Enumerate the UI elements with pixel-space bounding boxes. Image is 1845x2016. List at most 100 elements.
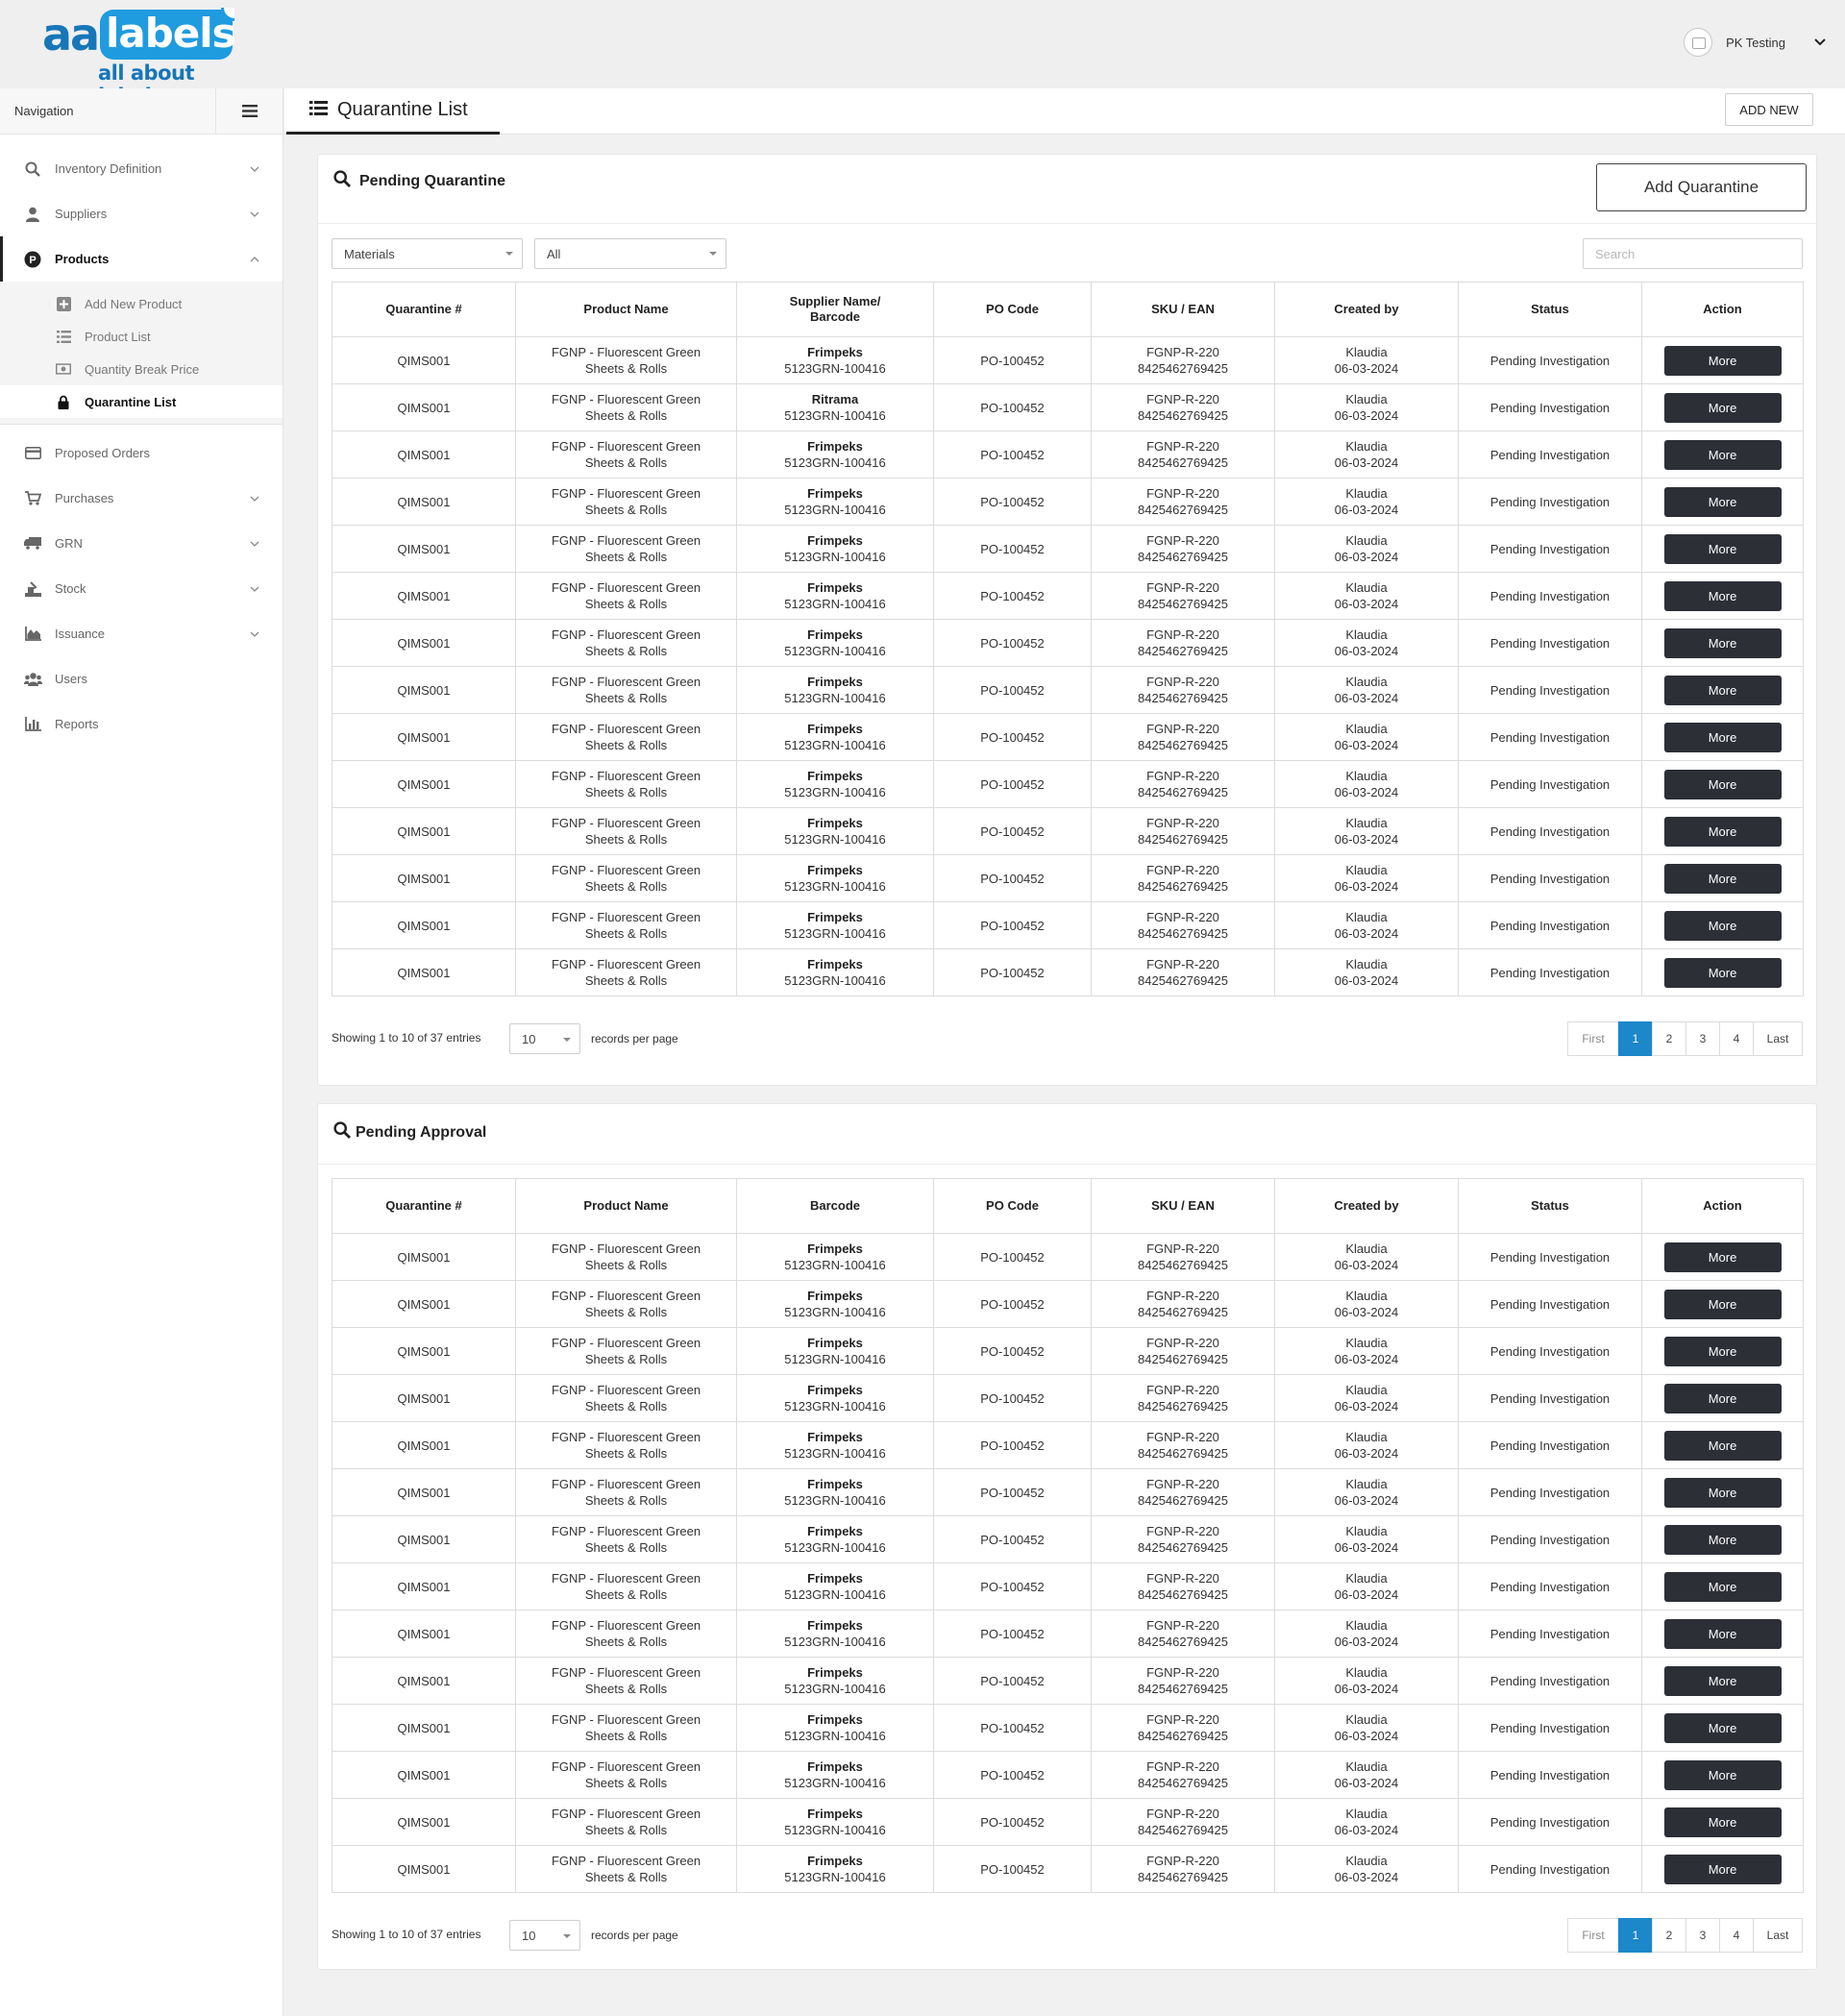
column-header[interactable]: PO Code — [933, 282, 1092, 337]
sidebar-item-grn[interactable]: GRN — [0, 521, 283, 566]
records-per-page-select[interactable]: 10 — [509, 1023, 580, 1054]
page-1-button[interactable]: 1 — [1618, 1021, 1653, 1056]
more-button[interactable]: More — [1663, 1665, 1782, 1696]
hamburger-menu-icon[interactable] — [215, 87, 283, 135]
sidebar-item-stock[interactable]: Stock — [0, 566, 283, 611]
quarantine-id-cell: QIMS001 — [332, 1421, 516, 1469]
records-per-page-select[interactable]: 10 — [509, 1920, 580, 1951]
more-button[interactable]: More — [1663, 486, 1782, 517]
column-header[interactable]: Status — [1458, 282, 1642, 337]
column-header[interactable]: SKU / EAN — [1091, 1178, 1275, 1234]
more-button[interactable]: More — [1663, 1854, 1782, 1884]
page-last-button[interactable]: Last — [1753, 1918, 1803, 1953]
more-button[interactable]: More — [1663, 722, 1782, 752]
material-type-select[interactable]: Materials — [332, 238, 523, 269]
more-button[interactable]: More — [1663, 345, 1782, 376]
search-input[interactable] — [1583, 238, 1803, 269]
sku: FGNP-R-220 — [1146, 1383, 1219, 1397]
supplier-barcode-cell: Frimpeks 5123GRN-100416 — [736, 1280, 934, 1328]
sku: FGNP-R-220 — [1146, 1430, 1219, 1444]
column-header[interactable]: Quarantine # — [332, 1178, 516, 1234]
more-button[interactable]: More — [1663, 1712, 1782, 1743]
user-menu[interactable]: PK Testing — [1684, 27, 1826, 58]
column-header[interactable]: Created by — [1274, 1178, 1459, 1234]
sidebar-item-products[interactable]: P Products — [0, 236, 283, 282]
sidebar-item-proposed-orders[interactable]: Proposed Orders — [0, 430, 283, 476]
bar-chart-icon — [23, 715, 42, 734]
created-date: 06-03-2024 — [1334, 1305, 1399, 1319]
page-4-button[interactable]: 4 — [1719, 1918, 1754, 1953]
column-header[interactable]: Supplier Name/ Barcode — [736, 282, 934, 337]
sku: FGNP-R-220 — [1146, 1477, 1219, 1491]
scope-select[interactable]: All — [534, 238, 726, 269]
more-button[interactable]: More — [1663, 1289, 1782, 1319]
column-header[interactable]: Product Name — [515, 282, 737, 337]
more-button[interactable]: More — [1663, 769, 1782, 799]
column-header[interactable]: Barcode — [736, 1178, 934, 1234]
more-button[interactable]: More — [1663, 1477, 1782, 1508]
page-last-button[interactable]: Last — [1753, 1021, 1803, 1056]
sidebar-item-suppliers[interactable]: Suppliers — [0, 191, 283, 236]
chevron-down-icon[interactable] — [1814, 36, 1826, 49]
created-by-cell: Klaudia 06-03-2024 — [1274, 383, 1459, 431]
product-name-line1: FGNP - Fluorescent Green — [551, 580, 701, 595]
more-button[interactable]: More — [1663, 816, 1782, 847]
more-button[interactable]: More — [1663, 1336, 1782, 1366]
more-button[interactable]: More — [1663, 533, 1782, 564]
user-name[interactable]: PK Testing — [1726, 36, 1785, 50]
more-button[interactable]: More — [1663, 1618, 1782, 1649]
page-3-button[interactable]: 3 — [1685, 1021, 1720, 1056]
page-3-button[interactable]: 3 — [1685, 1918, 1720, 1953]
sidebar-item-users[interactable]: Users — [0, 656, 283, 701]
product-name-cell: FGNP - Fluorescent Green Sheets & Rolls — [515, 854, 737, 902]
avatar[interactable] — [1684, 28, 1713, 57]
pending-quarantine-panel: Pending Quarantine Add Quarantine Materi… — [317, 154, 1817, 1086]
product-name-cell: FGNP - Fluorescent Green Sheets & Rolls — [515, 1280, 737, 1328]
creator-name: Klaudia — [1345, 1383, 1388, 1397]
more-button[interactable]: More — [1663, 1524, 1782, 1555]
more-button[interactable]: More — [1663, 910, 1782, 941]
more-button[interactable]: More — [1663, 863, 1782, 894]
more-button[interactable]: More — [1663, 1571, 1782, 1602]
page-first-button[interactable]: First — [1567, 1021, 1619, 1056]
page-2-button[interactable]: 2 — [1652, 1021, 1686, 1056]
column-header[interactable]: PO Code — [933, 1178, 1092, 1234]
aa-labels-logo[interactable]: aa labels all about labels — [42, 8, 239, 108]
subnav-quarantine-list[interactable]: Quarantine List — [0, 385, 283, 418]
sidebar-item-issuance[interactable]: Issuance — [0, 611, 283, 656]
page-first-button[interactable]: First — [1567, 1918, 1619, 1953]
page-4-button[interactable]: 4 — [1719, 1021, 1754, 1056]
more-button[interactable]: More — [1663, 627, 1782, 658]
add-quarantine-button[interactable]: Add Quarantine — [1596, 163, 1807, 211]
sidebar-item-purchases[interactable]: Purchases — [0, 476, 283, 521]
sidebar-item-inventory-definition[interactable]: Inventory Definition — [0, 146, 283, 191]
subnav-product-list[interactable]: Product List — [0, 320, 283, 353]
page-1-button[interactable]: 1 — [1618, 1918, 1653, 1953]
column-header[interactable]: Created by — [1274, 282, 1459, 337]
more-button[interactable]: More — [1663, 1807, 1782, 1837]
subnav-quantity-break-price[interactable]: Quantity Break Price — [0, 353, 283, 385]
supplier-name: Frimpeks — [807, 910, 863, 924]
more-button[interactable]: More — [1663, 580, 1782, 611]
column-header[interactable]: Product Name — [515, 1178, 737, 1234]
more-button[interactable]: More — [1663, 675, 1782, 705]
column-header[interactable]: Status — [1458, 1178, 1642, 1234]
more-button[interactable]: More — [1663, 1759, 1782, 1790]
ean: 8425462769425 — [1138, 1305, 1228, 1319]
more-button[interactable]: More — [1663, 439, 1782, 470]
product-name-line2: Sheets & Rolls — [584, 1352, 668, 1366]
created-date: 06-03-2024 — [1334, 926, 1399, 941]
column-header[interactable]: Quarantine # — [332, 282, 516, 337]
more-button[interactable]: More — [1663, 957, 1782, 988]
created-by-cell: Klaudia 06-03-2024 — [1274, 807, 1459, 855]
more-button[interactable]: More — [1663, 1242, 1782, 1272]
more-button[interactable]: More — [1663, 392, 1782, 423]
column-header[interactable]: SKU / EAN — [1091, 282, 1275, 337]
more-button[interactable]: More — [1663, 1383, 1782, 1414]
sidebar-item-reports[interactable]: Reports — [0, 701, 283, 747]
more-button[interactable]: More — [1663, 1430, 1782, 1461]
page-2-button[interactable]: 2 — [1652, 1918, 1686, 1953]
add-new-button[interactable]: ADD NEW — [1725, 93, 1813, 126]
supplier-name: Frimpeks — [807, 1571, 863, 1586]
subnav-add-new-product[interactable]: Add New Product — [0, 287, 283, 320]
